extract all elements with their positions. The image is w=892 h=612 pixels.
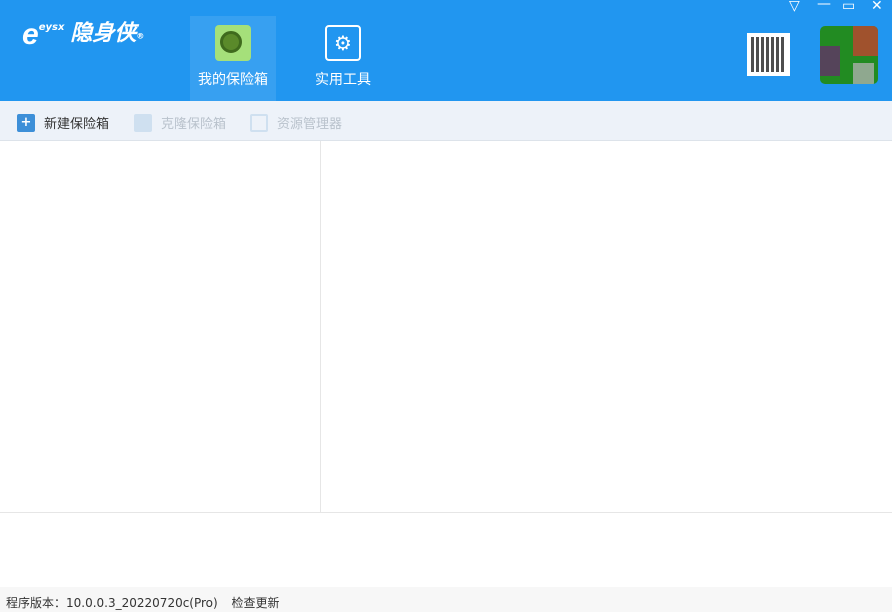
toolbar: + 新建保险箱 克隆保险箱 资源管理器: [0, 101, 892, 141]
safe-list-panel: [0, 141, 321, 512]
minimize-icon[interactable]: —: [817, 0, 831, 12]
tools-icon: ⚙: [325, 25, 361, 61]
check-update-link[interactable]: 检查更新: [232, 596, 280, 610]
divider: [0, 512, 892, 513]
maximize-icon[interactable]: ▭: [842, 0, 855, 14]
menu-icon[interactable]: ▽: [789, 0, 800, 14]
label: 新建保险箱: [44, 117, 110, 132]
status-bar: 程序版本：10.0.0.3_20220720c(Pro) 检查更新: [0, 587, 892, 612]
safe-icon: [215, 25, 251, 61]
new-safe-button[interactable]: + 新建保险箱: [17, 113, 109, 132]
close-icon[interactable]: ✕: [871, 0, 883, 14]
monitor-icon: [250, 113, 268, 132]
avatar[interactable]: [820, 26, 878, 84]
clone-safe-button[interactable]: 克隆保险箱: [134, 113, 226, 132]
tab-label: 实用工具: [315, 72, 371, 88]
header: eeysx 隐身侠® 我的保险箱 ⚙ 实用工具 ▽ — ▭ ✕: [0, 0, 892, 101]
app-logo: eeysx 隐身侠®: [22, 18, 145, 51]
label: 资源管理器: [277, 117, 343, 132]
plus-icon: +: [17, 113, 35, 132]
tab-label: 我的保险箱: [198, 72, 268, 88]
label: 克隆保险箱: [161, 117, 227, 132]
qr-code: [747, 33, 790, 76]
tab-tools[interactable]: ⚙ 实用工具: [300, 16, 386, 101]
clone-icon: [134, 113, 152, 132]
explorer-button[interactable]: 资源管理器: [250, 113, 342, 132]
tab-my-safe[interactable]: 我的保险箱: [190, 16, 276, 101]
version-label: 程序版本：10.0.0.3_20220720c(Pro): [6, 596, 218, 610]
